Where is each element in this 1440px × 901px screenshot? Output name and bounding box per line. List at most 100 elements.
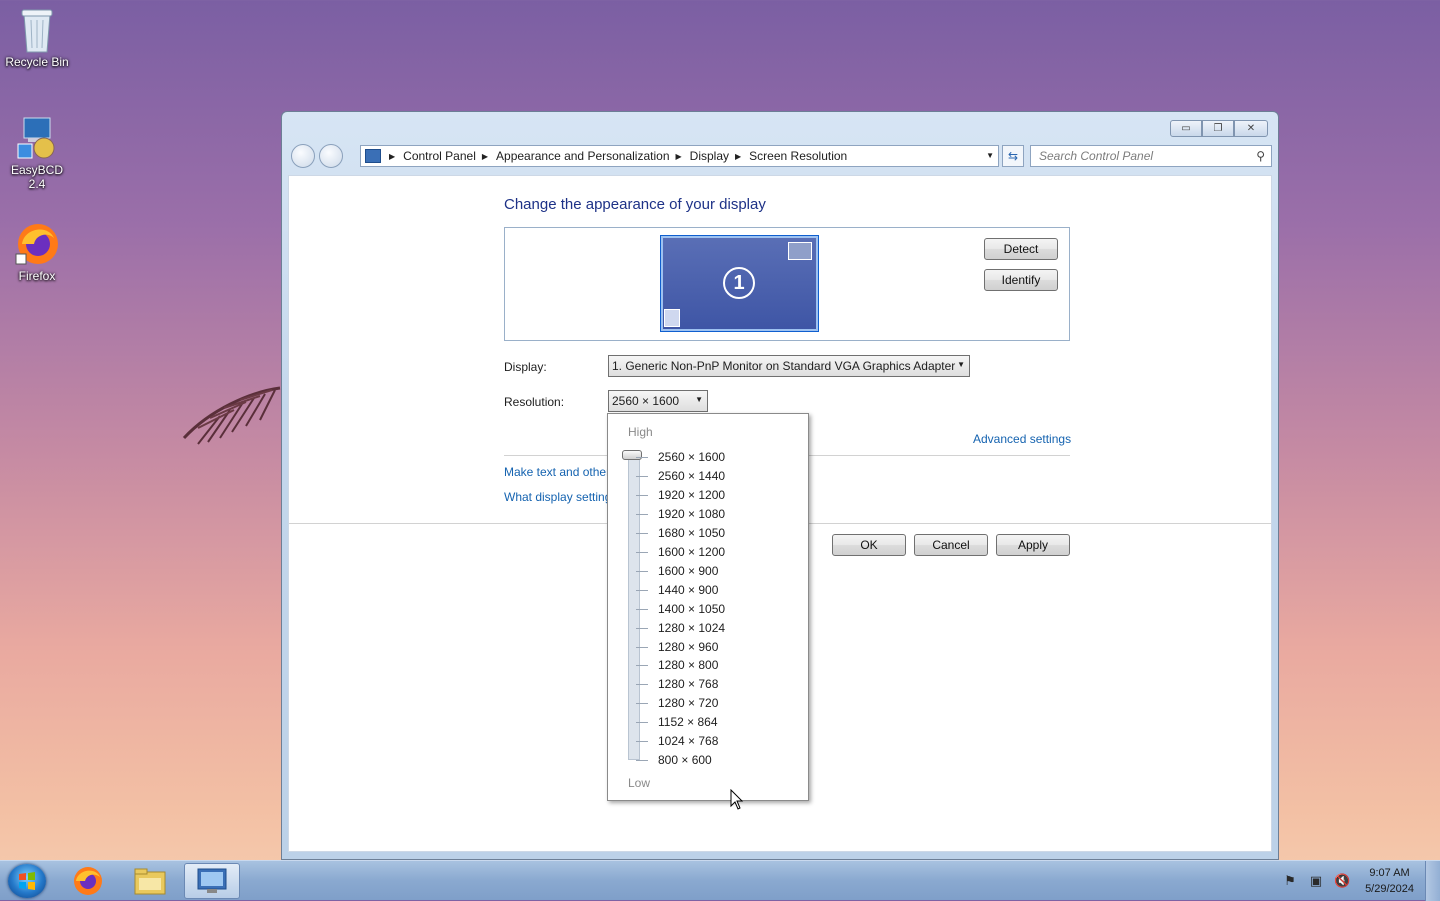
detect-button[interactable]: Detect (984, 238, 1058, 260)
resolution-option[interactable]: 1024 × 768 (658, 734, 718, 748)
slider-tick (636, 551, 648, 553)
desktop-icon-recycle-bin[interactable]: Recycle Bin (4, 6, 70, 69)
address-bar[interactable]: ▶ Control Panel ▶ Appearance and Persona… (360, 145, 999, 167)
page-title: Change the appearance of your display (504, 196, 766, 213)
forward-button[interactable] (319, 144, 343, 168)
slider-tick (636, 646, 648, 648)
resolution-option[interactable]: 1280 × 768 (658, 677, 718, 691)
breadcrumb-screen-resolution[interactable]: Screen Resolution (749, 149, 847, 163)
high-label: High (628, 425, 653, 439)
chevron-down-icon: ▼ (957, 360, 965, 369)
breadcrumb-control-panel[interactable]: Control Panel (403, 149, 476, 163)
breadcrumb-separator: ▶ (481, 151, 489, 161)
close-button[interactable]: ✕ (1234, 120, 1268, 137)
monitor-mini-icon (664, 309, 680, 327)
volume-muted-icon[interactable]: 🔇 (1333, 873, 1351, 889)
resolution-option[interactable]: 2560 × 1600 (658, 450, 725, 464)
text-size-link[interactable]: Make text and other (504, 465, 610, 479)
resolution-select-value: 2560 × 1600 (612, 394, 680, 408)
breadcrumb-display[interactable]: Display (690, 149, 729, 163)
taskbar-firefox[interactable] (60, 863, 116, 899)
identify-button[interactable]: Identify (984, 269, 1058, 291)
resolution-option[interactable]: 800 × 600 (658, 753, 712, 767)
slider-tick (636, 513, 648, 515)
slider-tick (636, 665, 648, 667)
breadcrumb-separator: ▶ (735, 151, 742, 161)
resolution-select[interactable]: 2560 × 1600 ▼ (608, 390, 708, 412)
resolution-option[interactable]: 1280 × 800 (658, 658, 718, 672)
firefox-icon (14, 220, 60, 266)
action-center-flag-icon[interactable]: ⚑ (1281, 873, 1299, 889)
resolution-option[interactable]: 1152 × 864 (658, 715, 718, 729)
palm-leaf-decoration (182, 386, 281, 445)
clock[interactable]: 9:07 AM 5/29/2024 (1365, 865, 1414, 897)
slider-tick (636, 608, 648, 610)
taskbar-control-panel[interactable] (184, 863, 240, 899)
cancel-button[interactable]: Cancel (914, 534, 988, 556)
resolution-option[interactable]: 1920 × 1200 (658, 488, 725, 502)
slider-tick (636, 494, 648, 496)
network-icon[interactable]: ▣ (1307, 873, 1325, 889)
search-input[interactable]: Search Control Panel ⚲ (1030, 145, 1272, 167)
monitor-mini-icon (788, 242, 812, 260)
slider-tick (636, 589, 648, 591)
navigation-bar: ▶ Control Panel ▶ Appearance and Persona… (290, 143, 1272, 169)
resolution-label: Resolution: (504, 395, 565, 409)
display-settings-help-link[interactable]: What display setting (504, 490, 611, 504)
resolution-option[interactable]: 1280 × 1024 (658, 621, 725, 635)
ok-button[interactable]: OK (832, 534, 906, 556)
back-button[interactable] (291, 144, 315, 168)
slider-tick (636, 475, 648, 477)
monitor-number: 1 (723, 267, 755, 299)
low-label: Low (628, 776, 651, 790)
search-placeholder: Search Control Panel (1039, 149, 1154, 163)
taskbar: ⚑ ▣ 🔇 9:07 AM 5/29/2024 (0, 860, 1440, 901)
taskbar-file-explorer[interactable] (122, 863, 178, 899)
monitor-1-thumbnail[interactable]: 1 (660, 235, 819, 332)
control-panel-icon (365, 149, 381, 163)
minimize-button[interactable]: ▭ (1170, 120, 1202, 137)
resolution-dropdown: High 2560 × 1600 2560 × 1440 1920 × 1200 19… (607, 413, 809, 801)
resolution-option[interactable]: 1280 × 720 (658, 696, 718, 710)
slider-tick (636, 760, 648, 762)
breadcrumb-separator: ▶ (675, 151, 682, 161)
slider-tick (636, 570, 648, 572)
resolution-option[interactable]: 1280 × 960 (658, 640, 718, 654)
windows-logo-icon (19, 872, 35, 890)
clock-time: 9:07 AM (1369, 867, 1410, 879)
advanced-settings-link[interactable]: Advanced settings (973, 432, 1071, 446)
clock-date: 5/29/2024 (1365, 883, 1414, 895)
maximize-button[interactable]: ❐ (1202, 120, 1234, 137)
desktop-icon-firefox[interactable]: Firefox (4, 220, 70, 283)
chevron-down-icon: ▼ (695, 395, 703, 404)
resolution-option[interactable]: 1440 × 900 (658, 583, 718, 597)
resolution-option[interactable]: 1680 × 1050 (658, 526, 725, 540)
control-panel-icon (197, 868, 227, 893)
file-explorer-icon (134, 868, 166, 895)
resolution-slider-thumb[interactable] (622, 450, 642, 460)
refresh-icon[interactable]: ⇆ (1002, 145, 1024, 167)
easybcd-icon (14, 114, 60, 160)
recycle-bin-icon (14, 6, 60, 53)
firefox-icon (74, 867, 102, 895)
apply-button[interactable]: Apply (996, 534, 1070, 556)
resolution-option[interactable]: 1600 × 1200 (658, 545, 725, 559)
chevron-down-icon[interactable]: ▼ (986, 151, 994, 160)
resolution-slider-track[interactable] (628, 454, 640, 760)
resolution-option[interactable]: 1400 × 1050 (658, 602, 725, 616)
monitor-arrangement-area: 1 Detect Identify (504, 227, 1070, 341)
desktop-icon-easybcd[interactable]: EasyBCD 2.4 (4, 114, 70, 191)
resolution-option[interactable]: 2560 × 1440 (658, 469, 725, 483)
search-icon[interactable]: ⚲ (1256, 149, 1265, 163)
resolution-option[interactable]: 1920 × 1080 (658, 507, 725, 521)
slider-tick (636, 703, 648, 705)
display-select[interactable]: 1. Generic Non-PnP Monitor on Standard V… (608, 355, 970, 377)
resolution-option[interactable]: 1600 × 900 (658, 564, 718, 578)
show-desktop-button[interactable] (1425, 861, 1440, 901)
start-button[interactable] (8, 864, 46, 898)
desktop-icon-label: Recycle Bin (5, 55, 69, 69)
breadcrumb-appearance[interactable]: Appearance and Personalization (496, 149, 669, 163)
desktop-icon-label: EasyBCD 2.4 (10, 163, 63, 191)
system-tray: ⚑ ▣ 🔇 9:07 AM 5/29/2024 (1281, 861, 1414, 901)
slider-tick (636, 722, 648, 724)
